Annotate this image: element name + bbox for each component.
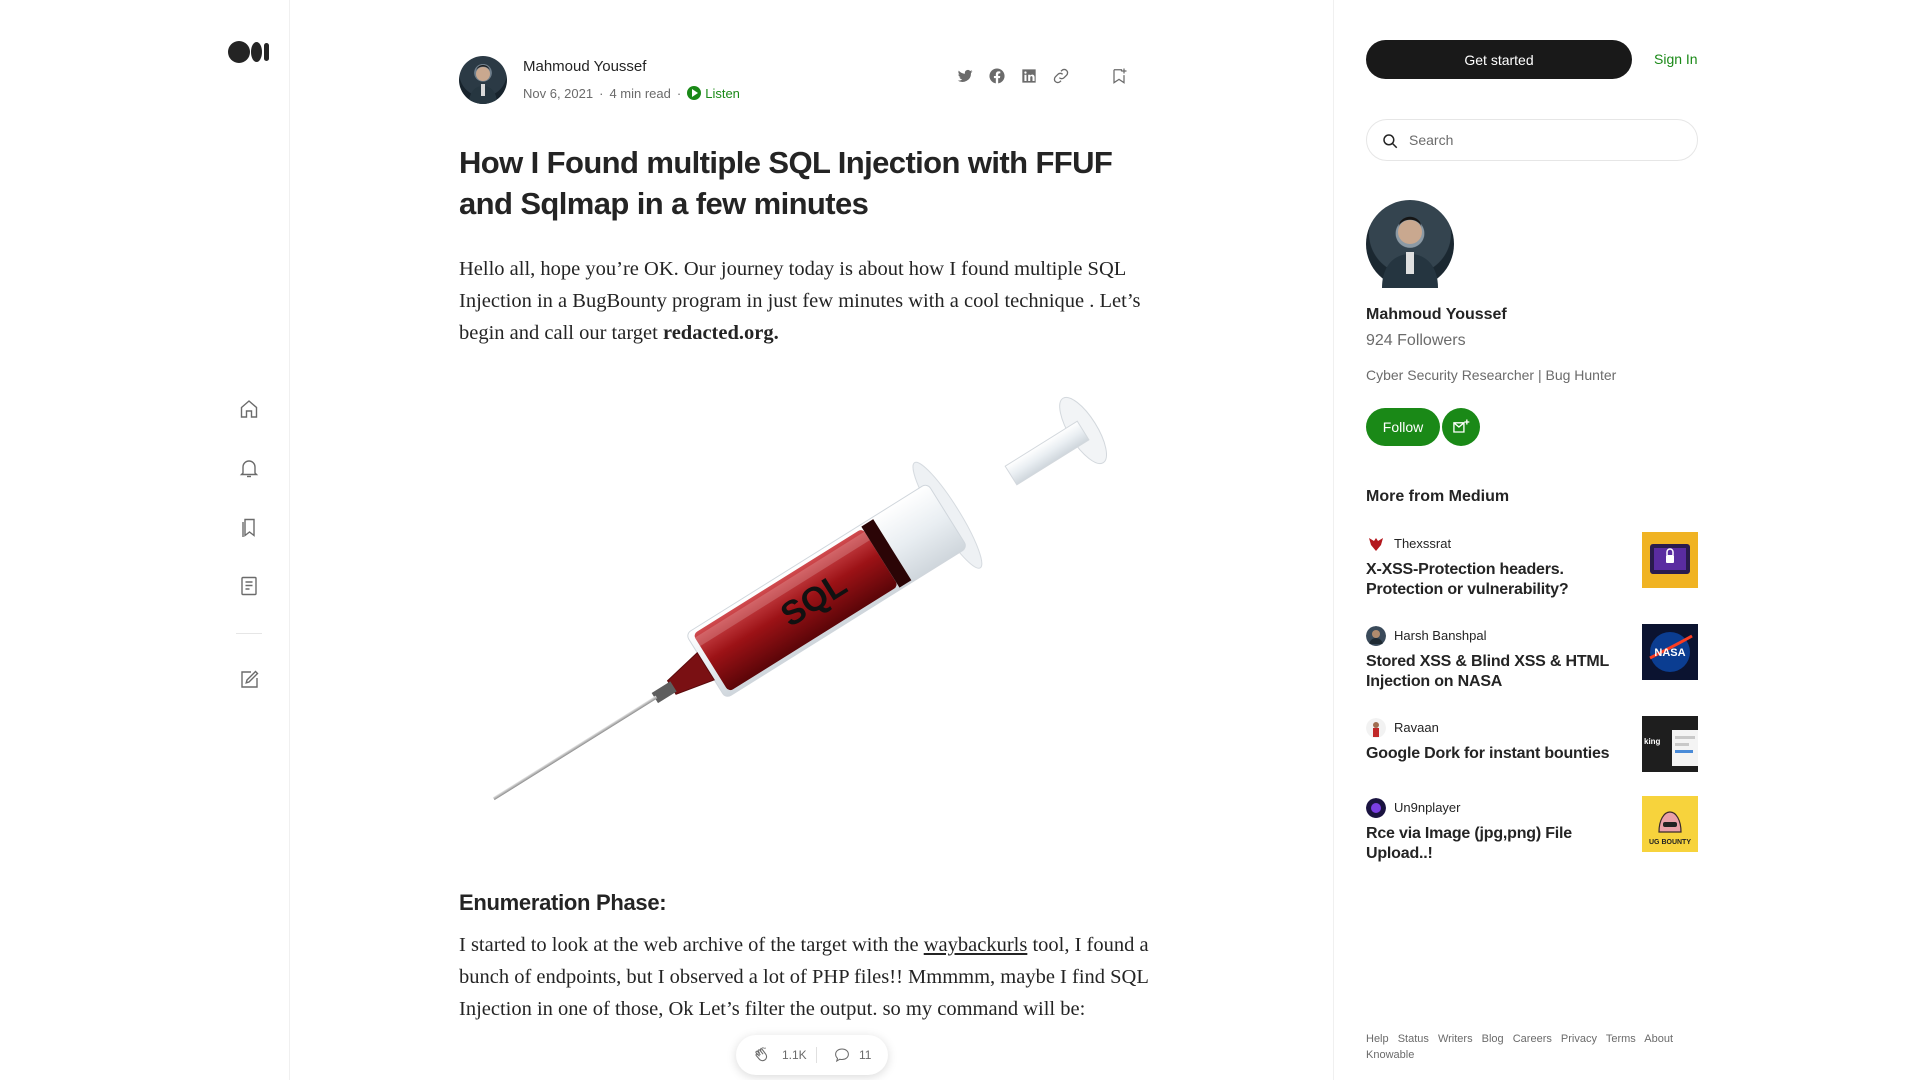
listen-button[interactable]: Listen — [687, 86, 740, 101]
recommendation-thumbnail: UG BOUNTY — [1642, 796, 1698, 852]
search-box[interactable] — [1366, 119, 1698, 161]
un9nplayer-avatar — [1366, 798, 1386, 818]
thexssrat-avatar — [1366, 534, 1386, 554]
intro-target: redacted.org. — [662, 322, 779, 344]
footer-link-writers[interactable]: Writers — [1438, 1033, 1473, 1045]
home-icon[interactable] — [237, 397, 261, 421]
search-input[interactable] — [1407, 128, 1687, 152]
bookmark-add-icon[interactable] — [1109, 66, 1129, 86]
recommendation-item[interactable]: Ravaan Google Dork for instant bounties … — [1366, 716, 1698, 776]
sql-syringe-image: SQL — [459, 383, 1159, 843]
recommendation-thumbnail: king — [1642, 716, 1698, 772]
search-icon — [1383, 134, 1398, 149]
sidebar-author-name[interactable]: Mahmoud Youssef — [1366, 306, 1507, 324]
recommendation-thumbnail — [1642, 532, 1698, 588]
recommendation-title: Rce via Image (jpg,png) File Upload..! — [1366, 825, 1572, 862]
footer-link-careers[interactable]: Careers — [1513, 1033, 1552, 1045]
article-title: How I Found multiple SQL Injection with … — [459, 145, 1113, 221]
recommendation-author: Ravaan — [1394, 720, 1439, 735]
play-icon — [687, 86, 702, 100]
recommendation-item[interactable]: Thexssrat X-XSS-Protection headers. Prot… — [1366, 532, 1698, 598]
footer-link-help[interactable]: Help — [1366, 1033, 1389, 1045]
sign-in-link[interactable]: Sign In — [1654, 51, 1698, 67]
recommendation-item[interactable]: Harsh Banshpal Stored XSS & Blind XSS & … — [1366, 624, 1698, 690]
byline: Mahmoud Youssef Nov 6, 2021 · 4 min read · L… — [459, 56, 1159, 104]
author-name[interactable]: Mahmoud Youssef — [523, 58, 646, 75]
author-bio: Cyber Security Researcher | Bug Hunter — [1366, 367, 1617, 383]
linkedin-icon[interactable] — [1019, 66, 1039, 86]
rail-divider — [236, 633, 262, 634]
intro-paragraph: Hello all, hope you’re OK. Our journey t… — [459, 253, 1159, 349]
footer-link-terms[interactable]: Terms — [1606, 1033, 1636, 1045]
recommendation-author: Un9nplayer — [1394, 800, 1461, 815]
nasa-thumb-text: NASA — [1654, 647, 1685, 659]
recommendation-author: Thexssrat — [1394, 536, 1452, 551]
recommendation-author: Harsh Banshpal — [1394, 628, 1487, 643]
link-icon[interactable] — [1051, 66, 1071, 86]
write-icon[interactable] — [237, 668, 261, 692]
stories-icon[interactable] — [237, 574, 261, 598]
engagement-bar: 1.1K 11 — [736, 1035, 888, 1075]
article-meta: Nov 6, 2021 · 4 min read · Listen — [523, 86, 740, 101]
followers-count[interactable]: 924 Followers — [1366, 332, 1466, 350]
twitter-icon[interactable] — [955, 66, 975, 86]
author-avatar[interactable] — [459, 56, 507, 104]
bookmarks-icon[interactable] — [237, 515, 261, 539]
more-from-medium-heading: More from Medium — [1366, 488, 1510, 505]
sidebar-footer: Help Status Writers Blog Careers Privacy… — [1366, 1031, 1686, 1063]
intro-text: Hello all, hope you’re OK. Our journey t… — [459, 258, 1141, 344]
response-icon[interactable] — [833, 1046, 851, 1064]
recommendation-item[interactable]: Un9nplayer Rce via Image (jpg,png) File … — [1366, 796, 1698, 862]
engagement-divider — [816, 1047, 817, 1063]
mail-plus-icon — [1453, 419, 1470, 433]
recommendation-title: Stored XSS & Blind XSS & HTML Injection … — [1366, 653, 1609, 690]
author-avatar-large[interactable] — [1366, 200, 1454, 288]
footer-link-status[interactable]: Status — [1398, 1033, 1429, 1045]
dork-thumb-text: king — [1644, 737, 1661, 746]
ravaan-avatar — [1366, 718, 1386, 738]
section-text-before: I started to look at the web archive of … — [459, 934, 924, 956]
bug-bounty-thumb-text: UG BOUNTY — [1649, 839, 1691, 846]
medium-logo[interactable] — [228, 40, 272, 64]
footer-link-knowable[interactable]: Knowable — [1366, 1049, 1414, 1061]
section-paragraph: I started to look at the web archive of … — [459, 929, 1159, 1025]
footer-link-privacy[interactable]: Privacy — [1561, 1033, 1597, 1045]
bell-icon[interactable] — [237, 456, 261, 480]
publish-date: Nov 6, 2021 — [523, 86, 594, 101]
recommendation-thumbnail: NASA — [1642, 624, 1698, 680]
clap-icon[interactable] — [752, 1045, 772, 1065]
facebook-icon[interactable] — [987, 66, 1007, 86]
harsh-banshpal-avatar — [1366, 626, 1386, 646]
recommendation-title: Google Dork for instant bounties — [1366, 745, 1610, 762]
subscribe-email-button[interactable] — [1442, 408, 1480, 446]
waybackurls-link[interactable]: waybackurls — [924, 934, 1028, 956]
read-time: 4 min read — [609, 86, 671, 101]
recommendation-title: X-XSS-Protection headers. Protection or … — [1366, 561, 1569, 598]
footer-link-blog[interactable]: Blog — [1482, 1033, 1504, 1045]
follow-button[interactable]: Follow — [1366, 408, 1440, 446]
right-sidebar: Get started Sign In Mahmoud Youssef 924 … — [1333, 0, 1920, 1080]
response-count: 11 — [859, 1048, 872, 1062]
left-nav-rail — [0, 0, 290, 1080]
get-started-button[interactable]: Get started — [1366, 40, 1632, 79]
clap-count: 1.1K — [782, 1048, 807, 1062]
listen-label: Listen — [705, 86, 740, 101]
section-heading: Enumeration Phase: — [459, 890, 667, 915]
footer-link-about[interactable]: About — [1644, 1033, 1673, 1045]
